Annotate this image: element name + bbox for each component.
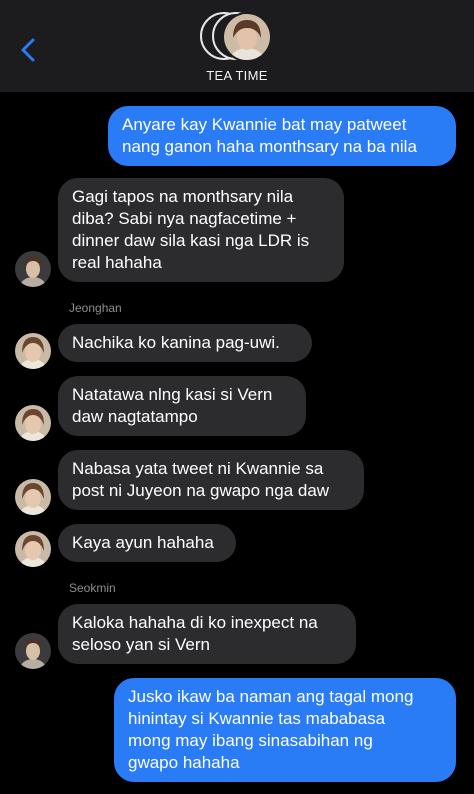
incoming-message-bubble[interactable]: Gagi tapos na monthsary nila diba? Sabi … (58, 178, 344, 282)
sender-avatar[interactable] (15, 633, 51, 669)
sender-avatar[interactable] (15, 333, 51, 369)
outgoing-message-bubble[interactable]: Jusko ikaw ba naman ang tagal mong hinin… (114, 678, 456, 782)
outgoing-message-bubble[interactable]: Anyare kay Kwannie bat may patweet nang … (108, 106, 456, 166)
incoming-message-bubble[interactable]: Natatawa nlng kasi si Vern daw nagtatamp… (58, 376, 306, 436)
group-photo-avatar (222, 12, 272, 62)
sender-avatar[interactable] (15, 479, 51, 515)
incoming-message-bubble[interactable]: Nabasa yata tweet ni Kwannie sa post ni … (58, 450, 364, 510)
sender-name-label: Jeonghan (69, 301, 122, 315)
sender-name-label: Seokmin (69, 581, 116, 595)
incoming-message-bubble[interactable]: Kaya ayun hahaha (58, 524, 236, 562)
chevron-left-icon (21, 38, 35, 62)
incoming-message-bubble[interactable]: Kaloka hahaha di ko inexpect na seloso y… (58, 604, 356, 664)
incoming-message-bubble[interactable]: Nachika ko kanina pag-uwi. (58, 324, 312, 362)
sender-avatar[interactable] (15, 531, 51, 567)
chat-title[interactable]: TEA TIME (0, 68, 474, 83)
group-avatar-button[interactable] (200, 12, 280, 62)
sender-avatar[interactable] (15, 251, 51, 287)
conversation-header: TEA TIME (0, 0, 474, 92)
back-button[interactable] (16, 34, 40, 66)
sender-avatar[interactable] (15, 405, 51, 441)
